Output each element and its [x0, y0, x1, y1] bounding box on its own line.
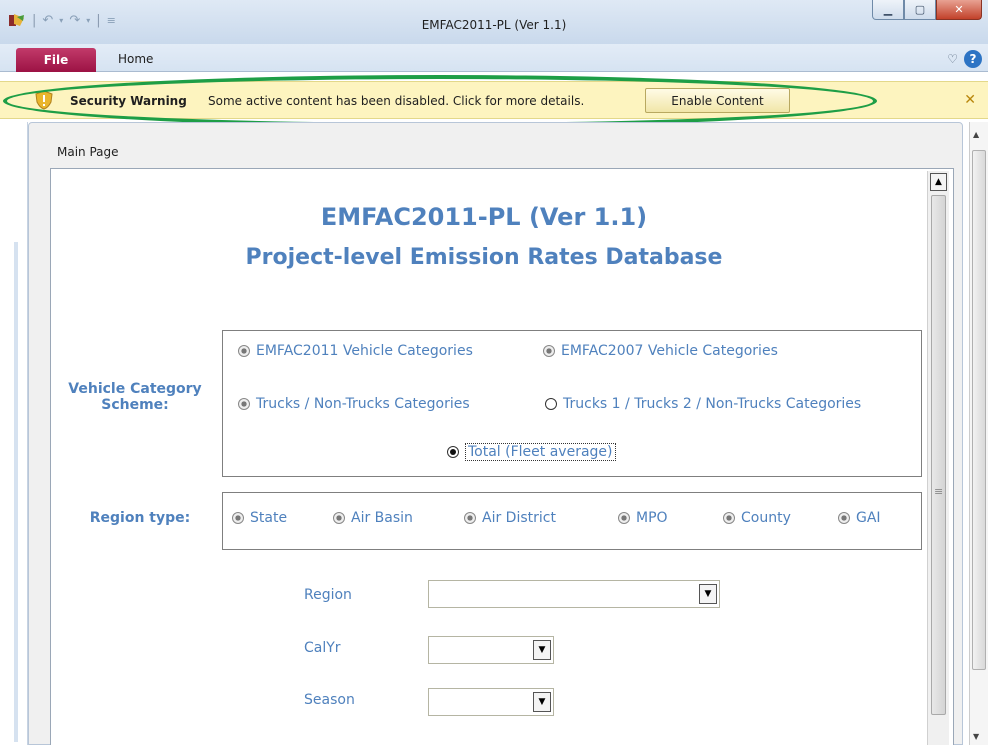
season-combo[interactable]: ▼: [428, 688, 554, 716]
region-type-group: [222, 492, 922, 550]
region-type-label: Region type:: [89, 510, 191, 526]
window-title: EMFAC2011-PL (Ver 1.1): [421, 18, 567, 32]
grip-icon[interactable]: ≡: [934, 485, 943, 498]
radio-icon[interactable]: [723, 512, 735, 524]
chevron-down-icon[interactable]: ▼: [533, 640, 551, 660]
minimize-ribbon-icon[interactable]: ♡: [947, 52, 958, 66]
scroll-thumb[interactable]: [931, 195, 946, 715]
security-warning-title: Security Warning: [70, 94, 187, 108]
scroll-down-icon[interactable]: ▼: [973, 732, 979, 741]
ribbon: File Home ♡ ?: [0, 44, 988, 72]
security-warning-bar: Security Warning Some active content has…: [0, 81, 988, 119]
ribbon-right-controls: ♡ ?: [947, 50, 982, 68]
shield-warning-icon: [35, 90, 53, 110]
radio-icon[interactable]: [238, 345, 250, 357]
navigation-pane-collapsed[interactable]: [0, 122, 28, 745]
radio-icon[interactable]: [464, 512, 476, 524]
document-scrollbar[interactable]: ▲ ▼: [969, 122, 988, 745]
radio-icon[interactable]: [838, 512, 850, 524]
calyr-label: CalYr: [304, 640, 341, 656]
form-subtitle: Project-level Emission Rates Database: [245, 245, 723, 270]
help-icon[interactable]: ?: [964, 50, 982, 68]
radio-icon[interactable]: [545, 398, 557, 410]
title-bar: | ↶ ▾ ↷ ▾ | ≡ EMFAC2011-PL (Ver 1.1) ▁ ▢…: [0, 0, 988, 44]
radio-icon[interactable]: [543, 345, 555, 357]
form-title: EMFAC2011-PL (Ver 1.1): [320, 203, 648, 231]
radio-selected-icon[interactable]: [447, 446, 459, 458]
region-combo[interactable]: ▼: [428, 580, 720, 608]
tab-file[interactable]: File: [16, 48, 96, 72]
form-scrollbar[interactable]: ▲: [927, 171, 949, 745]
chevron-down-icon[interactable]: ▼: [533, 692, 551, 712]
radio-region-state[interactable]: State: [232, 510, 287, 526]
security-warning-message[interactable]: Some active content has been disabled. C…: [208, 94, 584, 108]
region-label: Region: [304, 587, 352, 603]
radio-total-fleet-average[interactable]: Total (Fleet average): [447, 443, 616, 461]
window-controls: ▁ ▢ ✕: [872, 0, 982, 20]
scroll-thumb[interactable]: [972, 150, 986, 670]
scroll-up-icon[interactable]: ▲: [973, 130, 979, 139]
minimize-button[interactable]: ▁: [872, 0, 904, 20]
scroll-up-icon[interactable]: ▲: [930, 173, 947, 191]
close-icon[interactable]: ✕: [964, 92, 976, 108]
radio-emfac2011-categories[interactable]: EMFAC2011 Vehicle Categories: [238, 343, 473, 359]
radio-icon[interactable]: [238, 398, 250, 410]
radio-region-air-basin[interactable]: Air Basin: [333, 510, 413, 526]
radio-region-air-district[interactable]: Air District: [464, 510, 556, 526]
maximize-button[interactable]: ▢: [904, 0, 936, 20]
tab-home[interactable]: Home: [118, 52, 153, 66]
radio-region-mpo[interactable]: MPO: [618, 510, 668, 526]
radio-icon[interactable]: [232, 512, 244, 524]
season-label: Season: [304, 692, 355, 708]
radio-emfac2007-categories[interactable]: EMFAC2007 Vehicle Categories: [543, 343, 778, 359]
calyr-combo[interactable]: ▼: [428, 636, 554, 664]
enable-content-button[interactable]: Enable Content: [645, 88, 790, 113]
document-tab-main-page[interactable]: Main Page: [57, 145, 119, 159]
radio-trucks1-trucks2-nontrucks[interactable]: Trucks 1 / Trucks 2 / Non-Trucks Categor…: [545, 396, 861, 412]
radio-region-county[interactable]: County: [723, 510, 791, 526]
radio-icon[interactable]: [618, 512, 630, 524]
close-button[interactable]: ✕: [936, 0, 982, 20]
radio-region-gai[interactable]: GAI: [838, 510, 881, 526]
radio-icon[interactable]: [333, 512, 345, 524]
vehicle-category-label: Vehicle Category Scheme:: [68, 381, 202, 413]
radio-trucks-nontrucks[interactable]: Trucks / Non-Trucks Categories: [238, 396, 470, 412]
chevron-down-icon[interactable]: ▼: [699, 584, 717, 604]
